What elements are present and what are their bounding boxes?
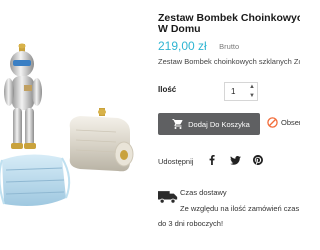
product-title: Zestaw Bombek Choinkowych W Domu [158,13,300,35]
product-image[interactable] [0,0,150,250]
delivery-text: do 3 dni roboczych! [158,219,224,228]
observe-button[interactable]: Obserwuj [267,117,300,128]
facebook-share-button[interactable] [203,151,221,169]
cart-icon [172,119,183,129]
delivery-title: Czas dostawy [180,188,227,197]
pinterest-share-button[interactable] [249,151,267,169]
observe-label: Obserwuj [281,118,300,127]
add-to-cart-label: Dodaj Do Koszyka [188,119,250,129]
chevron-down-icon[interactable]: ▼ [247,92,257,100]
delivery-text: Ze względu na ilość zamówień czas w [180,204,300,213]
title-line: W Domu [158,23,201,35]
price-row: 219,00 zł Brutto [158,37,239,55]
facebook-icon [209,155,215,165]
share-label: Udostępnij [158,157,194,166]
chevron-up-icon[interactable]: ▲ [247,83,257,91]
twitter-share-button[interactable] [226,151,244,169]
tax-label: Brutto [219,42,240,51]
product-price: 219,00 zł [158,39,207,53]
ban-icon [267,117,278,128]
short-description: Zestaw Bombek choinkowych szklanych Zo [158,57,300,66]
pinterest-icon [253,155,263,165]
truck-icon [158,191,178,204]
product-info: Zestaw Bombek Choinkowych W Domu 219,00 … [158,0,300,250]
quantity-label: Ilość [158,85,177,94]
quantity-stepper[interactable]: ▲ ▼ [224,82,258,101]
quantity-input[interactable] [225,83,249,100]
add-to-cart-button[interactable]: Dodaj Do Koszyka [158,113,260,135]
ornaments-illustration [0,43,134,206]
twitter-icon [229,155,241,165]
